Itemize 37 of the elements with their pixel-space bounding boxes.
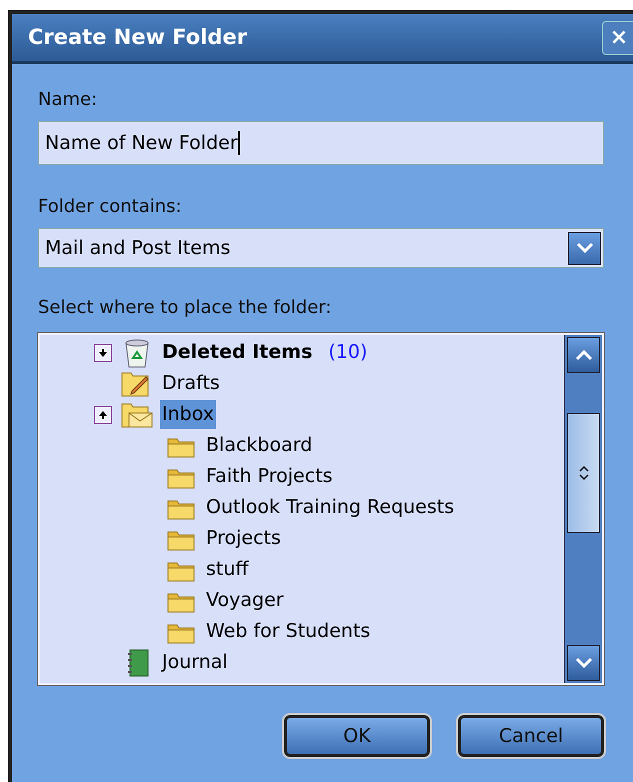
folder-label[interactable]: stuff	[204, 555, 250, 584]
folder-type-dropdown[interactable]: Mail and Post Items	[38, 228, 604, 268]
scroll-thumb[interactable]	[567, 413, 600, 533]
expand-toggle[interactable]	[94, 406, 112, 424]
chevron-icon	[576, 242, 594, 254]
text-cursor-icon	[238, 131, 240, 155]
folder-label[interactable]: Projects	[204, 524, 283, 553]
scroll-up-button[interactable]	[567, 337, 600, 373]
folder-label[interactable]: Faith Projects	[204, 462, 335, 491]
window-title: Create New Folder	[28, 24, 248, 51]
folder-label[interactable]: Web for Students	[204, 617, 372, 646]
contains-label: Folder contains:	[38, 195, 183, 219]
trash-bin-icon	[123, 338, 151, 368]
expand-toggle[interactable]	[94, 344, 112, 362]
scrollbar[interactable]	[564, 335, 602, 683]
folder-envelope-icon	[121, 400, 153, 428]
folder-label[interactable]: Deleted Items	[160, 338, 314, 367]
item-count: (10)	[328, 340, 368, 366]
folder-label[interactable]: Journal	[160, 648, 230, 677]
name-field[interactable]: Name of New Folder	[38, 121, 604, 165]
folder-label[interactable]: Voyager	[204, 586, 286, 615]
dropdown-arrow-button[interactable]	[568, 232, 601, 264]
chevron-icon	[574, 349, 592, 361]
name-label: Name:	[38, 88, 98, 112]
folder-label[interactable]: Blackboard	[204, 431, 314, 460]
close-button[interactable]: ×	[602, 20, 633, 54]
folder-label[interactable]: Outlook Training Requests	[204, 493, 456, 522]
name-value: Name of New Folder	[45, 130, 238, 156]
chevron-icon	[574, 657, 592, 669]
scroll-down-button[interactable]	[567, 645, 600, 681]
location-label: Select where to place the folder:	[38, 296, 332, 320]
folder-label[interactable]: Inbox	[160, 400, 216, 429]
folder-label[interactable]: Drafts	[160, 369, 222, 398]
arrow-icon	[98, 348, 108, 358]
dialog-button[interactable]: Cancel	[458, 715, 604, 757]
arrow-icon	[98, 410, 108, 420]
dialog-button[interactable]: OK	[284, 715, 430, 757]
